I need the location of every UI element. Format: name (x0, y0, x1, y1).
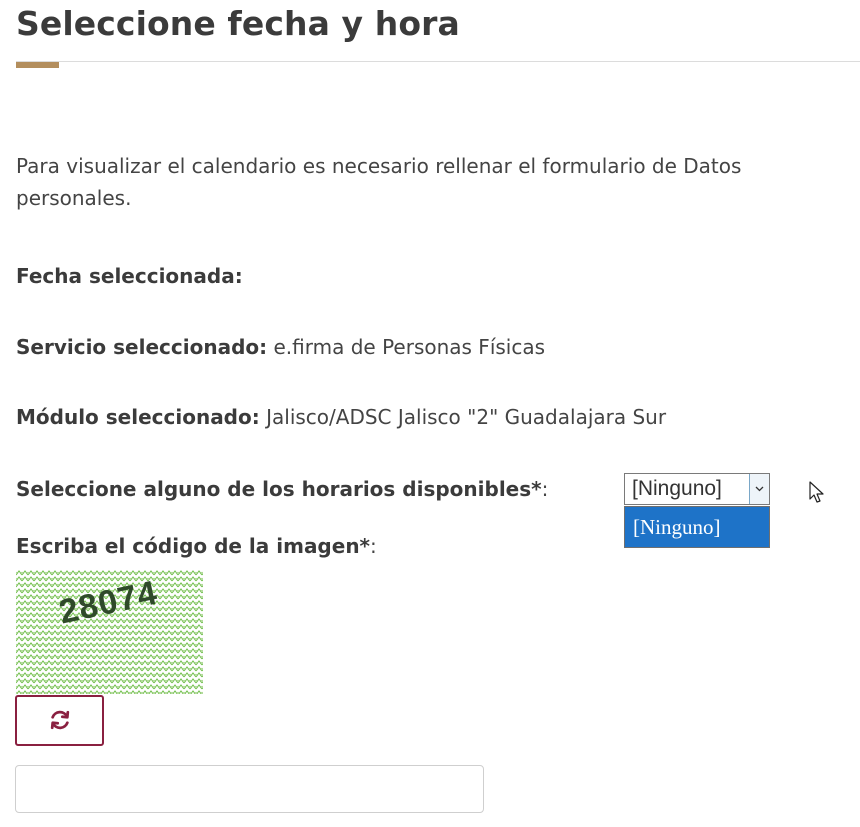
selected-date-label: Fecha seleccionada: (16, 264, 243, 288)
title-divider (16, 61, 860, 62)
captcha-row: Escriba el código de la imagen*: (16, 534, 377, 558)
chevron-down-icon[interactable] (749, 474, 769, 504)
selected-module-row: Módulo seleccionado: Jalisco/ADSC Jalisc… (16, 405, 666, 429)
schedule-select[interactable]: [Ninguno] (624, 473, 770, 505)
mouse-pointer-icon (809, 481, 824, 503)
captcha-image: 28074 (16, 570, 203, 694)
schedule-row: Seleccione alguno de los horarios dispon… (16, 477, 548, 501)
calendar-notice: Para visualizar el calendario es necesar… (16, 154, 742, 210)
selected-service-row: Servicio seleccionado: e.firma de Person… (16, 335, 545, 359)
schedule-option[interactable]: [Ninguno] (633, 515, 721, 540)
selected-module-value: Jalisco/ADSC Jalisco "2" Guadalajara Sur (266, 405, 667, 429)
schedule-select-value: [Ninguno] (632, 477, 722, 500)
title-accent-bar (16, 62, 59, 68)
captcha-input[interactable] (15, 765, 484, 813)
selected-service-label: Servicio seleccionado: (16, 335, 268, 359)
refresh-icon (50, 710, 70, 730)
selected-service-value: e.firma de Personas Físicas (273, 335, 546, 359)
captcha-label-colon: : (370, 534, 377, 558)
page-title: Seleccione fecha y hora (16, 4, 460, 43)
selected-date-row: Fecha seleccionada: (16, 264, 243, 288)
schedule-dropdown-list: [Ninguno] (624, 506, 770, 548)
schedule-label-colon: : (541, 477, 549, 501)
schedule-label: Seleccione alguno de los horarios dispon… (16, 477, 542, 501)
refresh-captcha-button[interactable] (15, 695, 104, 746)
captcha-label: Escriba el código de la imagen* (16, 534, 371, 558)
selected-module-label: Módulo seleccionado: (16, 405, 260, 429)
